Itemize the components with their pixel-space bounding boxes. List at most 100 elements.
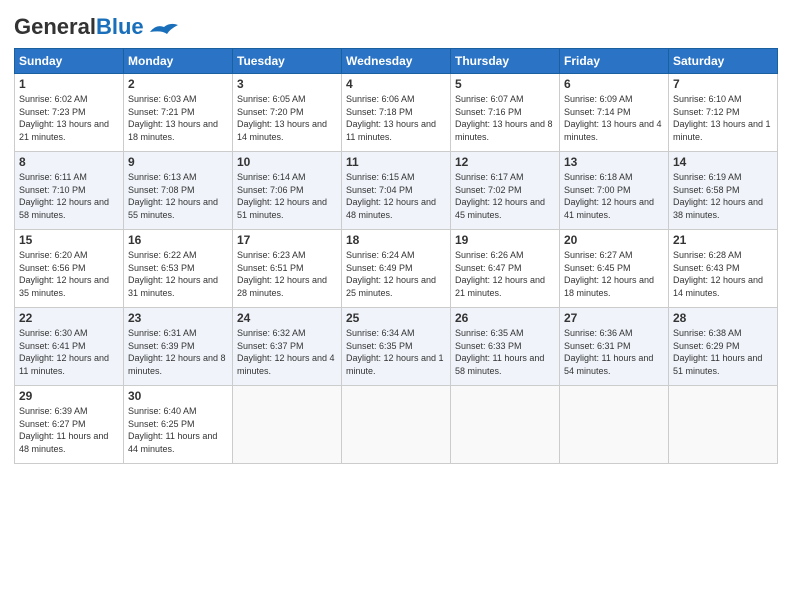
cell-content: Sunrise: 6:02 AMSunset: 7:23 PMDaylight:… bbox=[19, 93, 119, 143]
calendar-cell: 16 Sunrise: 6:22 AMSunset: 6:53 PMDayligh… bbox=[124, 230, 233, 308]
calendar-cell: 28 Sunrise: 6:38 AMSunset: 6:29 PMDayligh… bbox=[669, 308, 778, 386]
day-number: 15 bbox=[19, 233, 119, 247]
calendar-cell: 17 Sunrise: 6:23 AMSunset: 6:51 PMDayligh… bbox=[233, 230, 342, 308]
day-number: 10 bbox=[237, 155, 337, 169]
day-number: 6 bbox=[564, 77, 664, 91]
calendar-cell: 25 Sunrise: 6:34 AMSunset: 6:35 PMDayligh… bbox=[342, 308, 451, 386]
calendar-cell bbox=[233, 386, 342, 464]
day-number: 20 bbox=[564, 233, 664, 247]
calendar-cell: 19Sunrise: 6:26 AMSunset: 6:47 PMDayligh… bbox=[451, 230, 560, 308]
calendar-cell bbox=[451, 386, 560, 464]
calendar-cell: 5 Sunrise: 6:07 AMSunset: 7:16 PMDaylight… bbox=[451, 74, 560, 152]
cell-content: Sunrise: 6:15 AMSunset: 7:04 PMDaylight:… bbox=[346, 171, 446, 221]
cell-content: Sunrise: 6:34 AMSunset: 6:35 PMDaylight:… bbox=[346, 327, 446, 377]
day-number: 1 bbox=[19, 77, 119, 91]
day-number: 29 bbox=[19, 389, 119, 403]
day-number: 28 bbox=[673, 311, 773, 325]
calendar-cell: 23 Sunrise: 6:31 AMSunset: 6:39 PMDayligh… bbox=[124, 308, 233, 386]
cell-content: Sunrise: 6:31 AMSunset: 6:39 PMDaylight:… bbox=[128, 327, 228, 377]
cell-content: Sunrise: 6:27 AMSunset: 6:45 PMDaylight:… bbox=[564, 249, 664, 299]
cell-content: Sunrise: 6:23 AMSunset: 6:51 PMDaylight:… bbox=[237, 249, 337, 299]
cell-content: Sunrise: 6:22 AMSunset: 6:53 PMDaylight:… bbox=[128, 249, 228, 299]
calendar-cell: 20 Sunrise: 6:27 AMSunset: 6:45 PMDayligh… bbox=[560, 230, 669, 308]
day-number: 30 bbox=[128, 389, 228, 403]
day-number: 12 bbox=[455, 155, 555, 169]
calendar-cell bbox=[342, 386, 451, 464]
cell-content: Sunrise: 6:38 AMSunset: 6:29 PMDaylight:… bbox=[673, 327, 773, 377]
weekday-header-friday: Friday bbox=[560, 49, 669, 74]
cell-content: Sunrise: 6:06 AMSunset: 7:18 PMDaylight:… bbox=[346, 93, 446, 143]
day-number: 25 bbox=[346, 311, 446, 325]
day-number: 14 bbox=[673, 155, 773, 169]
calendar-cell: 22Sunrise: 6:30 AMSunset: 6:41 PMDayligh… bbox=[15, 308, 124, 386]
weekday-header-sunday: Sunday bbox=[15, 49, 124, 74]
cell-content: Sunrise: 6:13 AMSunset: 7:08 PMDaylight:… bbox=[128, 171, 228, 221]
day-number: 7 bbox=[673, 77, 773, 91]
calendar-cell: 12 Sunrise: 6:17 AMSunset: 7:02 PMDayligh… bbox=[451, 152, 560, 230]
calendar-cell: 11 Sunrise: 6:15 AMSunset: 7:04 PMDayligh… bbox=[342, 152, 451, 230]
cell-content: Sunrise: 6:40 AMSunset: 6:25 PMDaylight:… bbox=[128, 405, 228, 455]
calendar-cell: 9 Sunrise: 6:13 AMSunset: 7:08 PMDaylight… bbox=[124, 152, 233, 230]
cell-content: Sunrise: 6:05 AMSunset: 7:20 PMDaylight:… bbox=[237, 93, 337, 143]
day-number: 8 bbox=[19, 155, 119, 169]
cell-content: Sunrise: 6:07 AMSunset: 7:16 PMDaylight:… bbox=[455, 93, 555, 143]
calendar-cell: 6 Sunrise: 6:09 AMSunset: 7:14 PMDaylight… bbox=[560, 74, 669, 152]
calendar-cell: 15 Sunrise: 6:20 AMSunset: 6:56 PMDayligh… bbox=[15, 230, 124, 308]
day-number: 24 bbox=[237, 311, 337, 325]
cell-content: Sunrise: 6:39 AMSunset: 6:27 PMDaylight:… bbox=[19, 405, 119, 455]
logo: General GeneralBlue bbox=[14, 10, 178, 40]
day-number: 11 bbox=[346, 155, 446, 169]
day-number: 23 bbox=[128, 311, 228, 325]
bird-icon bbox=[150, 22, 178, 38]
day-number: 9 bbox=[128, 155, 228, 169]
calendar-cell: 2 Sunrise: 6:03 AMSunset: 7:21 PMDaylight… bbox=[124, 74, 233, 152]
cell-content: Sunrise: 6:36 AMSunset: 6:31 PMDaylight:… bbox=[564, 327, 664, 377]
calendar-cell: 13Sunrise: 6:18 AMSunset: 7:00 PMDayligh… bbox=[560, 152, 669, 230]
calendar-cell: 27 Sunrise: 6:36 AMSunset: 6:31 PMDayligh… bbox=[560, 308, 669, 386]
page-header: General GeneralBlue bbox=[14, 10, 778, 40]
day-number: 18 bbox=[346, 233, 446, 247]
day-number: 16 bbox=[128, 233, 228, 247]
weekday-header-tuesday: Tuesday bbox=[233, 49, 342, 74]
calendar-table: SundayMondayTuesdayWednesdayThursdayFrid… bbox=[14, 48, 778, 464]
calendar-cell: 30 Sunrise: 6:40 AMSunset: 6:25 PMDayligh… bbox=[124, 386, 233, 464]
weekday-header-saturday: Saturday bbox=[669, 49, 778, 74]
day-number: 2 bbox=[128, 77, 228, 91]
weekday-header-wednesday: Wednesday bbox=[342, 49, 451, 74]
calendar-cell: 8 Sunrise: 6:11 AMSunset: 7:10 PMDaylight… bbox=[15, 152, 124, 230]
cell-content: Sunrise: 6:03 AMSunset: 7:21 PMDaylight:… bbox=[128, 93, 228, 143]
day-number: 27 bbox=[564, 311, 664, 325]
weekday-header-monday: Monday bbox=[124, 49, 233, 74]
cell-content: Sunrise: 6:18 AMSunset: 7:00 PMDaylight:… bbox=[564, 171, 664, 221]
cell-content: Sunrise: 6:32 AMSunset: 6:37 PMDaylight:… bbox=[237, 327, 337, 377]
calendar-cell: 21Sunrise: 6:28 AMSunset: 6:43 PMDayligh… bbox=[669, 230, 778, 308]
cell-content: Sunrise: 6:14 AMSunset: 7:06 PMDaylight:… bbox=[237, 171, 337, 221]
cell-content: Sunrise: 6:17 AMSunset: 7:02 PMDaylight:… bbox=[455, 171, 555, 221]
cell-content: Sunrise: 6:10 AMSunset: 7:12 PMDaylight:… bbox=[673, 93, 773, 143]
cell-content: Sunrise: 6:35 AMSunset: 6:33 PMDaylight:… bbox=[455, 327, 555, 377]
calendar-cell bbox=[560, 386, 669, 464]
day-number: 3 bbox=[237, 77, 337, 91]
calendar-cell: 7 Sunrise: 6:10 AMSunset: 7:12 PMDaylight… bbox=[669, 74, 778, 152]
calendar-cell bbox=[669, 386, 778, 464]
weekday-header-thursday: Thursday bbox=[451, 49, 560, 74]
calendar-cell: 29 Sunrise: 6:39 AMSunset: 6:27 PMDayligh… bbox=[15, 386, 124, 464]
cell-content: Sunrise: 6:20 AMSunset: 6:56 PMDaylight:… bbox=[19, 249, 119, 299]
day-number: 5 bbox=[455, 77, 555, 91]
cell-content: Sunrise: 6:11 AMSunset: 7:10 PMDaylight:… bbox=[19, 171, 119, 221]
cell-content: Sunrise: 6:28 AMSunset: 6:43 PMDaylight:… bbox=[673, 249, 773, 299]
calendar-cell: 3 Sunrise: 6:05 AMSunset: 7:20 PMDaylight… bbox=[233, 74, 342, 152]
calendar-cell: 24 Sunrise: 6:32 AMSunset: 6:37 PMDayligh… bbox=[233, 308, 342, 386]
day-number: 4 bbox=[346, 77, 446, 91]
calendar-cell: 4 Sunrise: 6:06 AMSunset: 7:18 PMDaylight… bbox=[342, 74, 451, 152]
calendar-cell: 26Sunrise: 6:35 AMSunset: 6:33 PMDayligh… bbox=[451, 308, 560, 386]
calendar-cell: 18 Sunrise: 6:24 AMSunset: 6:49 PMDayligh… bbox=[342, 230, 451, 308]
day-number: 22 bbox=[19, 311, 119, 325]
cell-content: Sunrise: 6:26 AMSunset: 6:47 PMDaylight:… bbox=[455, 249, 555, 299]
cell-content: Sunrise: 6:24 AMSunset: 6:49 PMDaylight:… bbox=[346, 249, 446, 299]
calendar-cell: 14 Sunrise: 6:19 AMSunset: 6:58 PMDayligh… bbox=[669, 152, 778, 230]
day-number: 17 bbox=[237, 233, 337, 247]
cell-content: Sunrise: 6:19 AMSunset: 6:58 PMDaylight:… bbox=[673, 171, 773, 221]
calendar-cell: 1 Sunrise: 6:02 AMSunset: 7:23 PMDaylight… bbox=[15, 74, 124, 152]
cell-content: Sunrise: 6:09 AMSunset: 7:14 PMDaylight:… bbox=[564, 93, 664, 143]
